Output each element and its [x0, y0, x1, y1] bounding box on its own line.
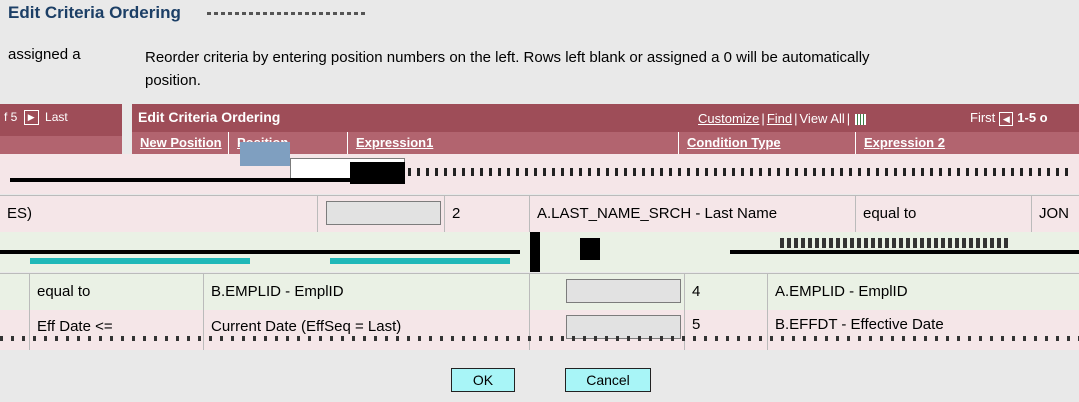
download-grid-icon[interactable] — [855, 114, 867, 126]
render-artifact — [330, 258, 510, 264]
render-artifact — [730, 250, 1079, 254]
page-title: Edit Criteria Ordering — [8, 3, 181, 22]
render-artifact — [0, 336, 1079, 341]
instructions-text: Reorder criteria by entering position nu… — [145, 46, 1079, 92]
position-value: 4 — [692, 283, 701, 300]
new-position-input[interactable] — [326, 201, 441, 225]
instructions-line-2: position. — [145, 72, 201, 89]
ok-button[interactable]: OK — [451, 368, 515, 392]
first-link[interactable]: First — [970, 110, 995, 125]
render-artifact — [530, 232, 540, 272]
grid-header: Edit Criteria Ordering Customize | Find | Vi… — [132, 104, 1079, 132]
expression2-value: JON — [1039, 205, 1069, 222]
table-row: Eff Date <= Current Date (EffSeq = Last)… — [0, 310, 1079, 350]
next-arrow-icon[interactable]: ▶ — [23, 110, 39, 126]
row-prefix: equal to — [37, 283, 91, 300]
table-row: equal to B.EMPLID - EmplID 4 A.EMPLID - … — [0, 273, 1079, 311]
position-value: 5 — [692, 316, 701, 333]
render-artifact — [780, 238, 1010, 248]
instructions-line-1: Reorder criteria by entering position nu… — [145, 49, 870, 66]
render-artifact — [30, 258, 250, 264]
prev-arrow-icon[interactable]: ◀ — [999, 111, 1014, 126]
row-prefix: ES) — [7, 205, 33, 222]
table-row — [0, 142, 1079, 194]
grid-title: Edit Criteria Ordering — [138, 109, 281, 125]
col-expression1[interactable]: Expression1 — [348, 132, 679, 154]
render-artifact — [350, 162, 405, 184]
table-row — [0, 232, 1079, 272]
col-new-position[interactable]: New Position — [132, 132, 229, 154]
find-link[interactable]: Find — [767, 111, 792, 126]
instructions-fragment: assigned a — [8, 46, 81, 63]
customize-link[interactable]: Customize — [698, 111, 759, 126]
grid-toolbar: Customize | Find | View All | — [698, 111, 867, 126]
left-grid-subheader — [0, 136, 122, 154]
col-expression2[interactable]: Expression 2 — [856, 132, 1079, 154]
left-grid-nav: f 5 ▶ Last — [4, 110, 68, 126]
render-artifact — [580, 238, 600, 260]
grid-nav: First ◀ 1-5 o — [970, 110, 1048, 126]
row-prefix: Eff Date <= — [37, 318, 113, 335]
expression1-value: B.EFFDT - Effective Date — [775, 316, 944, 333]
grid-range: 1-5 o — [1017, 110, 1048, 125]
left-grid-last-link[interactable]: Last — [45, 110, 68, 124]
row-text: Current Date (EffSeq = Last) — [211, 318, 402, 335]
new-position-input[interactable] — [566, 279, 681, 303]
render-artifact — [10, 178, 400, 182]
render-artifact — [0, 250, 520, 254]
view-all-link[interactable]: View All — [800, 111, 845, 126]
row-text: B.EMPLID - EmplID — [211, 283, 344, 300]
title-artifact — [207, 12, 367, 15]
expression1-value: A.EMPLID - EmplID — [775, 283, 908, 300]
render-artifact — [408, 168, 1068, 176]
expression1-value: A.LAST_NAME_SRCH - Last Name — [537, 205, 778, 222]
left-grid-range: f 5 — [4, 110, 18, 124]
col-condition-type[interactable]: Condition Type — [679, 132, 856, 154]
condition-type-value: equal to — [863, 205, 917, 222]
table-row: ES) 2 A.LAST_NAME_SRCH - Last Name equal… — [0, 195, 1079, 233]
render-artifact — [240, 142, 290, 166]
position-value: 2 — [452, 205, 461, 222]
cancel-button[interactable]: Cancel — [565, 368, 651, 392]
